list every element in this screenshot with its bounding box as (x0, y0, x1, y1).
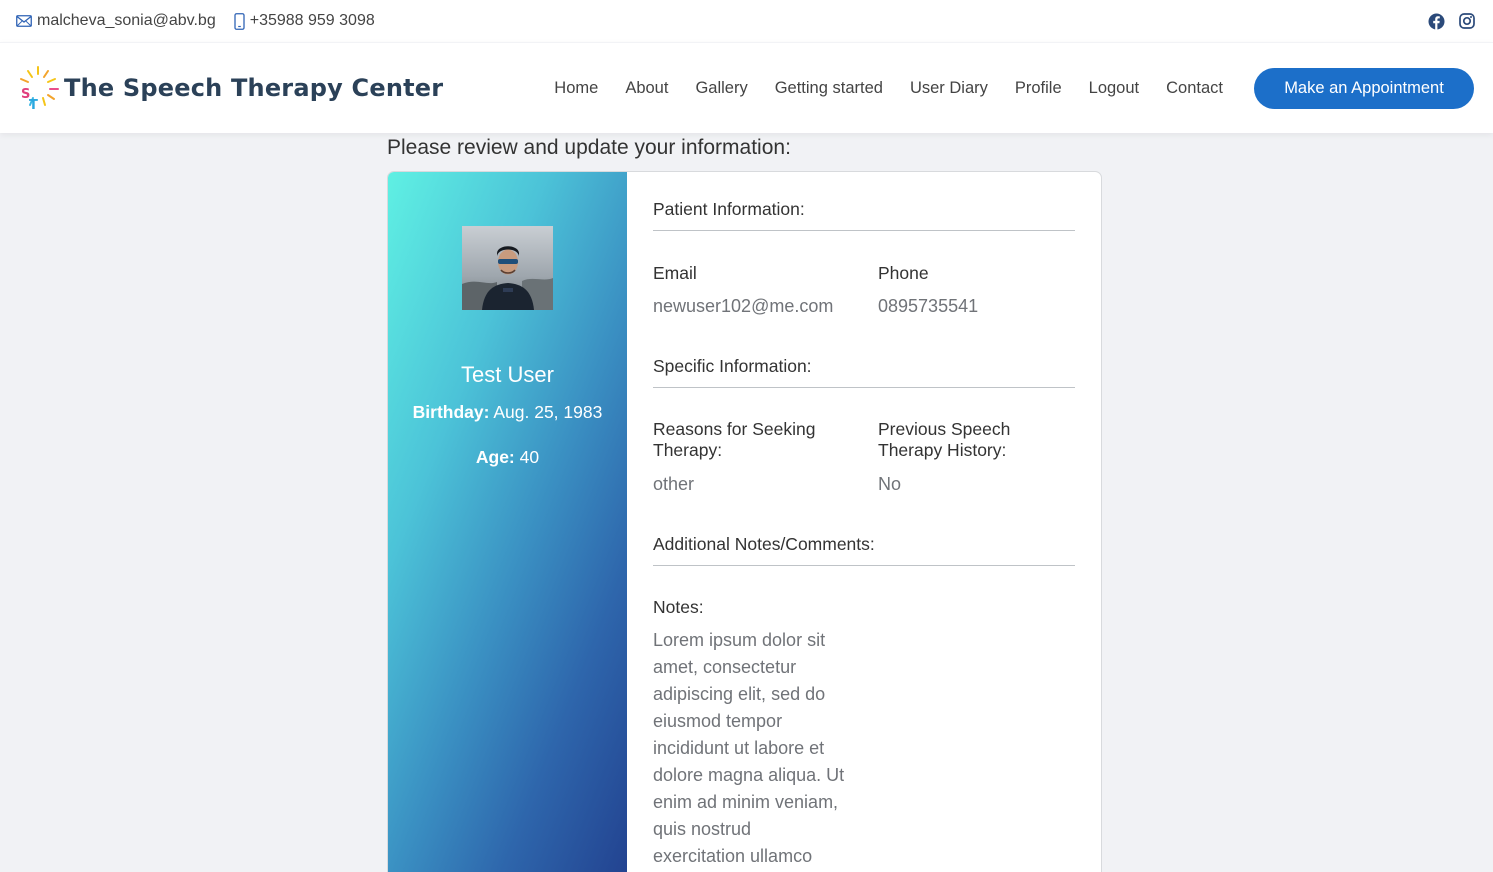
phone-contact[interactable]: +35988 959 3098 (234, 12, 375, 30)
user-photo (462, 226, 553, 310)
make-appointment-button[interactable]: Make an Appointment (1254, 67, 1474, 109)
phone-value: 0895735541 (878, 296, 979, 316)
nav-home[interactable]: Home (554, 79, 598, 98)
site-header: S T The Speech Therapy Center Home About… (0, 42, 1493, 133)
reasons-label: Reasons for Seeking Therapy: (653, 419, 816, 460)
profile-card: Test User Birthday: Aug. 25, 1983 Age: 4… (387, 171, 1102, 872)
birthday-label: Birthday: (412, 402, 490, 422)
brand[interactable]: S T The Speech Therapy Center (16, 65, 443, 111)
email-label: Email (653, 263, 697, 283)
specific-info-title: Specific Information: (653, 356, 1075, 388)
notes-value: Lorem ipsum dolor sit amet, consectetur … (653, 630, 845, 866)
envelope-icon (16, 15, 32, 27)
nav-getting-started[interactable]: Getting started (775, 79, 883, 98)
mobile-phone-icon (234, 12, 245, 30)
social-links (1428, 13, 1477, 30)
instagram-icon[interactable] (1459, 13, 1475, 29)
history-value: No (878, 474, 902, 494)
birthday-value: Aug. 25, 1983 (493, 402, 603, 422)
user-name: Test User (461, 362, 554, 387)
nav-contact[interactable]: Contact (1166, 79, 1223, 98)
notes-label: Notes: (653, 597, 704, 617)
history-label: Previous Speech Therapy History: (878, 419, 1011, 460)
nav-profile[interactable]: Profile (1015, 79, 1062, 98)
age-value: 40 (519, 447, 540, 467)
age-label: Age: (475, 447, 515, 467)
reasons-value: other (653, 474, 695, 494)
contact-phone-text[interactable]: +35988 959 3098 (250, 12, 375, 30)
facebook-icon[interactable] (1428, 13, 1445, 30)
nav-links: Home About Gallery Getting started User … (554, 79, 1223, 98)
nav-user-diary[interactable]: User Diary (910, 79, 988, 98)
phone-label: Phone (878, 263, 929, 283)
contact-email-text[interactable]: malcheva_sonia@abv.bg (37, 12, 216, 30)
top-contact-bar: malcheva_sonia@abv.bg +35988 959 3098 (0, 0, 1493, 42)
nav-about[interactable]: About (625, 79, 668, 98)
email-value: newuser102@me.com (653, 296, 834, 316)
additional-notes-title: Additional Notes/Comments: (653, 534, 1075, 566)
main-nav: Home About Gallery Getting started User … (554, 67, 1474, 109)
nav-logout[interactable]: Logout (1089, 79, 1139, 98)
profile-summary-panel: Test User Birthday: Aug. 25, 1983 Age: 4… (388, 172, 627, 872)
birthday-row: Birthday: Aug. 25, 1983 (388, 402, 627, 423)
contact-info: malcheva_sonia@abv.bg +35988 959 3098 (16, 12, 375, 30)
nav-gallery[interactable]: Gallery (695, 79, 747, 98)
logo-letter-t: T (29, 98, 38, 111)
age-row: Age: 40 (388, 447, 627, 468)
avatar (462, 226, 553, 310)
page-title: Please review and update your informatio… (387, 136, 791, 159)
email-contact[interactable]: malcheva_sonia@abv.bg (16, 12, 216, 30)
patient-info-title: Patient Information: (653, 199, 1075, 231)
sun-logo-icon[interactable]: S T (16, 65, 60, 111)
brand-name[interactable]: The Speech Therapy Center (64, 74, 443, 102)
